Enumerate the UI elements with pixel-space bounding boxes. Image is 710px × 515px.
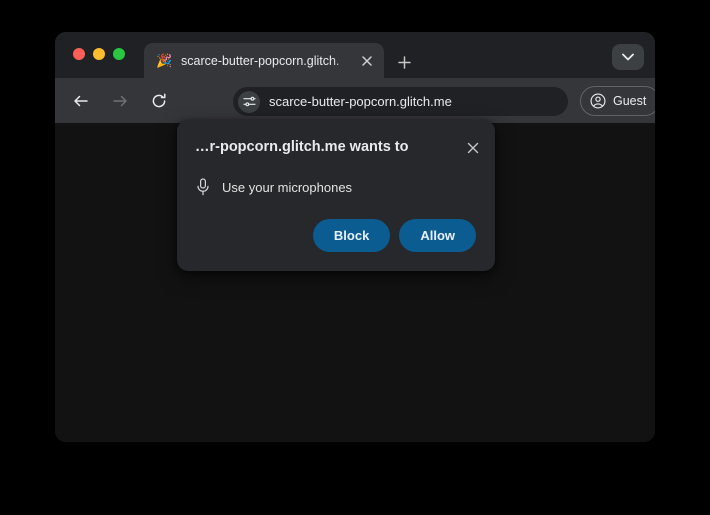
tune-sliders-icon[interactable]: [238, 90, 260, 113]
microphone-icon: [197, 178, 209, 196]
address-bar[interactable]: scarce-butter-popcorn.glitch.me: [233, 87, 568, 116]
permission-dialog: …r-popcorn.glitch.me wants to Use your m…: [177, 120, 495, 271]
tab-strip: 🎉 scarce-butter-popcorn.glitch.: [55, 32, 655, 78]
dialog-actions: Block Allow: [312, 219, 476, 252]
window-minimize-button[interactable]: [93, 48, 105, 60]
chevron-down-icon[interactable]: [612, 44, 644, 70]
block-button[interactable]: Block: [312, 219, 391, 252]
window-maximize-button[interactable]: [113, 48, 125, 60]
browser-toolbar: scarce-butter-popcorn.glitch.me Guest: [55, 78, 655, 123]
back-button[interactable]: [68, 88, 94, 114]
browser-tab[interactable]: 🎉 scarce-butter-popcorn.glitch.: [144, 43, 384, 78]
forward-button: [107, 88, 133, 114]
reload-button[interactable]: [146, 88, 172, 114]
tab-close-icon[interactable]: [358, 52, 376, 70]
profile-button[interactable]: Guest: [580, 86, 655, 116]
profile-label: Guest: [613, 94, 647, 108]
party-popper-icon: 🎉: [156, 52, 173, 68]
permission-row: Use your microphones: [195, 178, 352, 196]
new-tab-button[interactable]: [393, 51, 415, 73]
permission-label: Use your microphones: [222, 179, 353, 195]
allow-button[interactable]: Allow: [399, 219, 476, 252]
window-close-button[interactable]: [73, 48, 85, 60]
tab-title: scarce-butter-popcorn.glitch.: [181, 53, 340, 68]
account-circle-icon: [590, 93, 606, 109]
dialog-title: …r-popcorn.glitch.me wants to: [195, 139, 409, 155]
window-controls: [73, 48, 125, 60]
url-text: scarce-butter-popcorn.glitch.me: [269, 94, 452, 109]
close-icon[interactable]: [461, 136, 485, 160]
